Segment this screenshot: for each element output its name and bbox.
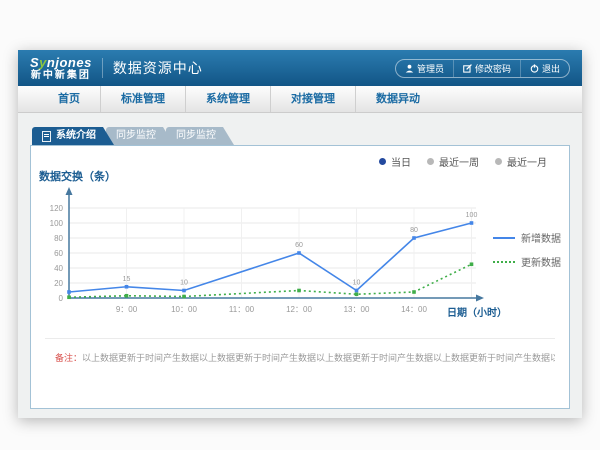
data-point-marker [182,295,186,299]
brand-divider [102,58,103,78]
y-tick-label: 120 [50,204,64,213]
data-point-label: 80 [410,227,418,234]
x-tick-label: 10：00 [171,305,197,314]
tab-label: 系统介绍 [56,127,96,145]
document-icon [42,131,51,142]
data-point-marker [412,290,416,294]
range-options: 当日 最近一周 最近一月 [379,154,547,169]
company-logo: Synjones 新中新集团 [30,56,92,81]
x-tick-label: 11：00 [229,305,255,314]
data-point-marker [125,285,129,289]
data-point-marker [297,289,301,293]
tab-bar: 系统介绍 同步监控 同步监控 [32,127,226,145]
y-tick-label: 0 [59,294,64,303]
logo-accent: y [39,55,47,70]
data-point-label: 10 [180,280,188,287]
data-point-marker [355,292,359,296]
range-option-1[interactable]: 当日 [379,154,411,169]
header: Synjones 新中新集团 数据资源中心 管理员 修改密码 退出 [18,50,582,86]
legend-label: 新增数据 [521,230,561,245]
y-axis-arrow-icon [66,187,73,195]
data-point-label: 15 [123,276,131,283]
tab-1[interactable]: 系统介绍 [32,127,114,145]
data-point-label: 60 [295,242,303,249]
data-point-label: 10 [353,280,361,287]
nav-item-2[interactable]: 标准管理 [100,86,185,112]
legend-item-2[interactable]: 更新数据 [493,254,561,269]
logout-label: 退出 [542,62,560,75]
app-window: Synjones 新中新集团 数据资源中心 管理员 修改密码 退出 首页标准管理… [18,50,582,418]
power-icon [530,64,539,73]
data-point-marker [355,289,359,293]
data-point-marker [182,289,186,293]
logout-button[interactable]: 退出 [520,60,569,77]
radio-icon [379,158,386,165]
y-tick-label: 100 [50,219,64,228]
data-point-marker [470,221,474,225]
legend-swatch [493,237,515,239]
legend-label: 更新数据 [521,254,561,269]
logo-wordmark: Synjones [30,56,92,69]
footnote-text: 以上数据更新于时间产生数据以上数据更新于时间产生数据以上数据更新于时间产生数据以… [82,353,555,363]
x-tick-label: 12：00 [286,305,312,314]
x-tick-label: 14：00 [401,305,427,314]
admin-user-label: 管理员 [417,62,444,75]
main-nav: 首页标准管理系统管理对接管理数据异动 [18,86,582,113]
y-tick-label: 20 [54,279,63,288]
range-option-2[interactable]: 最近一周 [427,154,479,169]
data-point-marker [297,251,301,255]
chart-panel: 当日最近一周最近一月 数据交换（条） 0204060801001209：0010… [30,145,570,409]
legend-item-1[interactable]: 新增数据 [493,230,561,245]
data-point-marker [470,262,474,266]
y-tick-label: 60 [54,249,63,258]
series-legend: 新增数据更新数据 [493,230,561,269]
tab-label: 同步监控 [116,127,156,145]
data-point-marker [412,236,416,240]
page-title: 数据资源中心 [113,58,203,78]
legend-swatch [493,261,515,263]
tab-3[interactable]: 同步监控 [166,127,234,145]
nav-item-5[interactable]: 数据异动 [355,86,440,112]
y-tick-label: 80 [54,234,63,243]
x-axis-arrow-icon [476,295,484,302]
brand: Synjones 新中新集团 数据资源中心 [30,56,203,81]
change-password-label: 修改密码 [475,62,511,75]
admin-user-button[interactable]: 管理员 [396,60,453,77]
panel-divider [45,338,555,339]
edit-icon [463,64,472,73]
radio-icon [495,158,502,165]
data-point-marker [125,294,129,298]
change-password-button[interactable]: 修改密码 [453,60,520,77]
user-toolbar: 管理员 修改密码 退出 [395,59,570,78]
x-tick-label: 9：00 [116,305,138,314]
footnote-label: 备注： [55,353,82,363]
radio-icon [427,158,434,165]
x-axis-title: 日期（小时） [447,304,507,319]
tab-label: 同步监控 [176,127,216,145]
y-tick-label: 40 [54,264,63,273]
nav-item-1[interactable]: 首页 [38,86,100,112]
range-option-3[interactable]: 最近一月 [495,154,547,169]
content-area: 系统介绍同步监控同步监控 当日最近一周最近一月 数据交换（条） 02040608… [18,113,582,418]
nav-item-4[interactable]: 对接管理 [270,86,355,112]
range-option-label: 当日 [391,154,411,169]
logo-subtitle: 新中新集团 [30,71,92,81]
tab-2[interactable]: 同步监控 [106,127,174,145]
data-point-label: 100 [466,212,478,219]
nav-item-3[interactable]: 系统管理 [185,86,270,112]
user-icon [405,64,414,73]
x-tick-label: 13：00 [344,305,370,314]
data-point-marker [67,290,71,294]
range-option-label: 最近一周 [439,154,479,169]
data-point-marker [67,295,71,299]
footnote: 备注：以上数据更新于时间产生数据以上数据更新于时间产生数据以上数据更新于时间产生… [55,351,555,364]
range-option-label: 最近一月 [507,154,547,169]
